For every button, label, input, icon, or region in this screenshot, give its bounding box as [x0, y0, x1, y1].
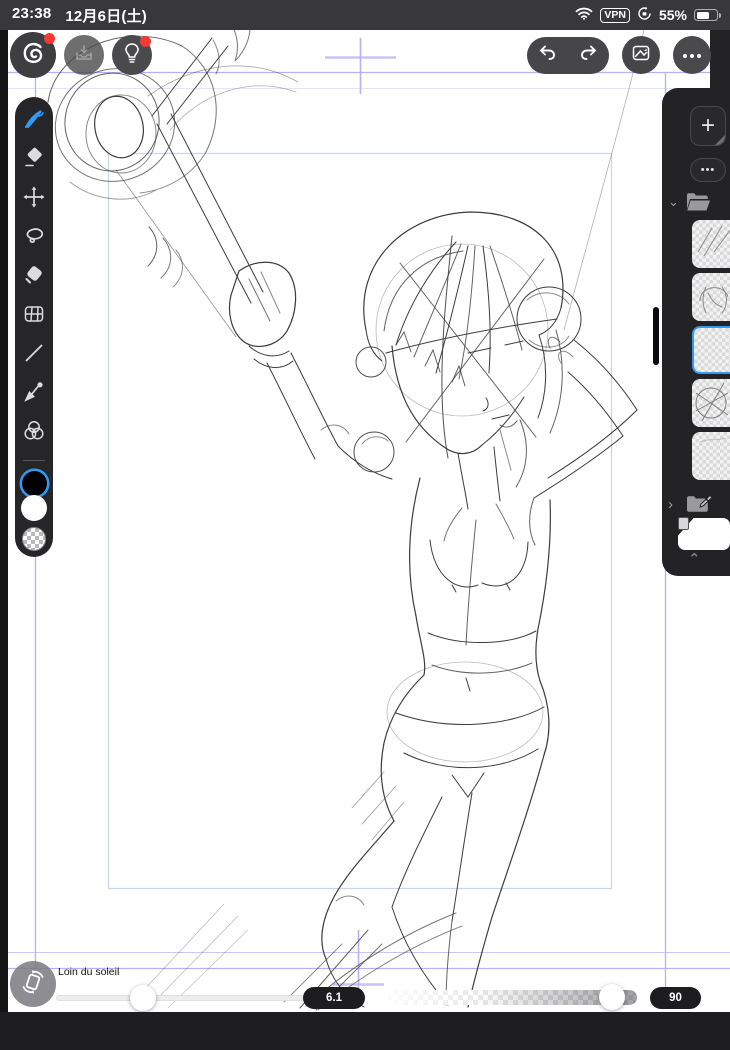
- home-bar-area: [0, 1012, 730, 1050]
- tool-lasso[interactable]: [22, 224, 46, 248]
- vpn-badge: VPN: [600, 8, 630, 23]
- ellipsis-icon: •••: [701, 164, 716, 176]
- tool-palette: [15, 97, 53, 557]
- layer-options-button[interactable]: •••: [690, 158, 726, 182]
- paper-layer-icon: [678, 517, 689, 530]
- tool-color-wheel[interactable]: [22, 419, 46, 443]
- tool-line[interactable]: [22, 341, 46, 365]
- layer-thumbnail[interactable]: [692, 432, 730, 480]
- long-press-corner: [714, 134, 726, 146]
- rotate-canvas-button[interactable]: [10, 961, 56, 1007]
- app-screen: 23:38 12月6日(土) VPN 55%: [0, 0, 730, 1050]
- ellipsis-icon: [682, 46, 702, 64]
- tips-button[interactable]: [112, 35, 152, 75]
- drawing-canvas[interactable]: [8, 30, 730, 1012]
- date: 12月6日(土): [65, 5, 147, 26]
- tool-eyedropper[interactable]: [22, 380, 46, 404]
- reference-image-button[interactable]: [622, 36, 660, 74]
- more-button[interactable]: [673, 36, 711, 74]
- brush-size-slider-thumb[interactable]: [130, 985, 156, 1011]
- plus-icon: +: [701, 112, 715, 140]
- tool-fill[interactable]: [22, 263, 46, 287]
- status-bar: 23:38 12月6日(土) VPN 55%: [0, 0, 730, 30]
- color-swatch-transparent[interactable]: [22, 527, 46, 551]
- panel-edge: [710, 30, 730, 96]
- lightbulb-icon: [122, 42, 142, 69]
- reference-image-icon: [631, 43, 651, 68]
- clip-studio-logo-icon: [20, 40, 46, 71]
- brush-name-label: Loin du soleil: [58, 966, 119, 978]
- layer-thumbnail[interactable]: [692, 273, 730, 321]
- color-swatch-white[interactable]: [21, 495, 47, 521]
- rotate-device-icon: [18, 967, 48, 1002]
- undo-button[interactable]: [538, 44, 557, 67]
- chevron-down-icon[interactable]: ⌄: [668, 194, 679, 210]
- collapse-panel-chevron[interactable]: ⌃: [688, 550, 701, 568]
- publish-button[interactable]: [64, 35, 104, 75]
- notification-dot: [140, 36, 151, 47]
- chevron-right-icon[interactable]: ›: [668, 496, 673, 513]
- undo-redo-group: [527, 37, 609, 74]
- wifi-icon: [575, 7, 593, 23]
- tool-eraser[interactable]: [22, 146, 46, 170]
- tool-grid[interactable]: [22, 302, 46, 326]
- sketch-artwork: [8, 30, 730, 1012]
- add-layer-button[interactable]: +: [690, 106, 726, 146]
- layer-thumbnail-selected[interactable]: [692, 326, 730, 374]
- notification-dot: [44, 33, 55, 44]
- color-swatch-black[interactable]: [22, 471, 47, 496]
- redo-button[interactable]: [579, 44, 598, 67]
- orientation-lock-icon: [637, 6, 652, 24]
- publish-tray-icon: [74, 43, 94, 68]
- opacity-value: 90: [650, 987, 701, 1009]
- brush-size-value: 6.1: [303, 987, 365, 1009]
- clock: 23:38: [12, 5, 51, 26]
- layer-thumbnail[interactable]: [692, 220, 730, 268]
- battery-percent: 55%: [659, 7, 687, 23]
- brush-size-slider[interactable]: [56, 995, 308, 1001]
- toolbar-divider: [23, 460, 45, 461]
- tool-move[interactable]: [22, 185, 46, 209]
- battery-icon: [694, 9, 718, 21]
- folder-open-icon[interactable]: [684, 190, 712, 219]
- opacity-slider-thumb[interactable]: [599, 984, 625, 1010]
- layers-scrollbar[interactable]: [653, 307, 659, 365]
- layer-thumbnail[interactable]: [692, 379, 730, 427]
- app-menu-button[interactable]: [10, 32, 56, 78]
- tool-pen[interactable]: [22, 107, 46, 131]
